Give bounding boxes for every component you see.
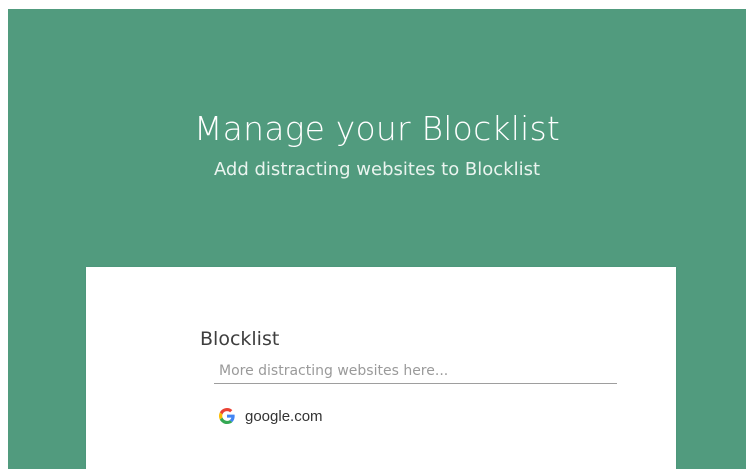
blocklist-heading: Blocklist bbox=[200, 328, 280, 350]
blocklist-item-label: google.com bbox=[245, 407, 323, 425]
blocklist-card: Blocklist google.com bbox=[86, 267, 676, 469]
google-icon bbox=[219, 408, 235, 424]
blocklist-input[interactable] bbox=[214, 359, 617, 384]
blocklist-item[interactable]: google.com bbox=[219, 406, 323, 426]
page-title: Manage your Blocklist bbox=[193, 109, 560, 148]
page-subtitle: Add distracting websites to Blocklist bbox=[213, 159, 541, 180]
app-frame: Manage your Blocklist Add distracting we… bbox=[8, 9, 746, 469]
blocklist-sites: google.com bbox=[219, 406, 323, 426]
